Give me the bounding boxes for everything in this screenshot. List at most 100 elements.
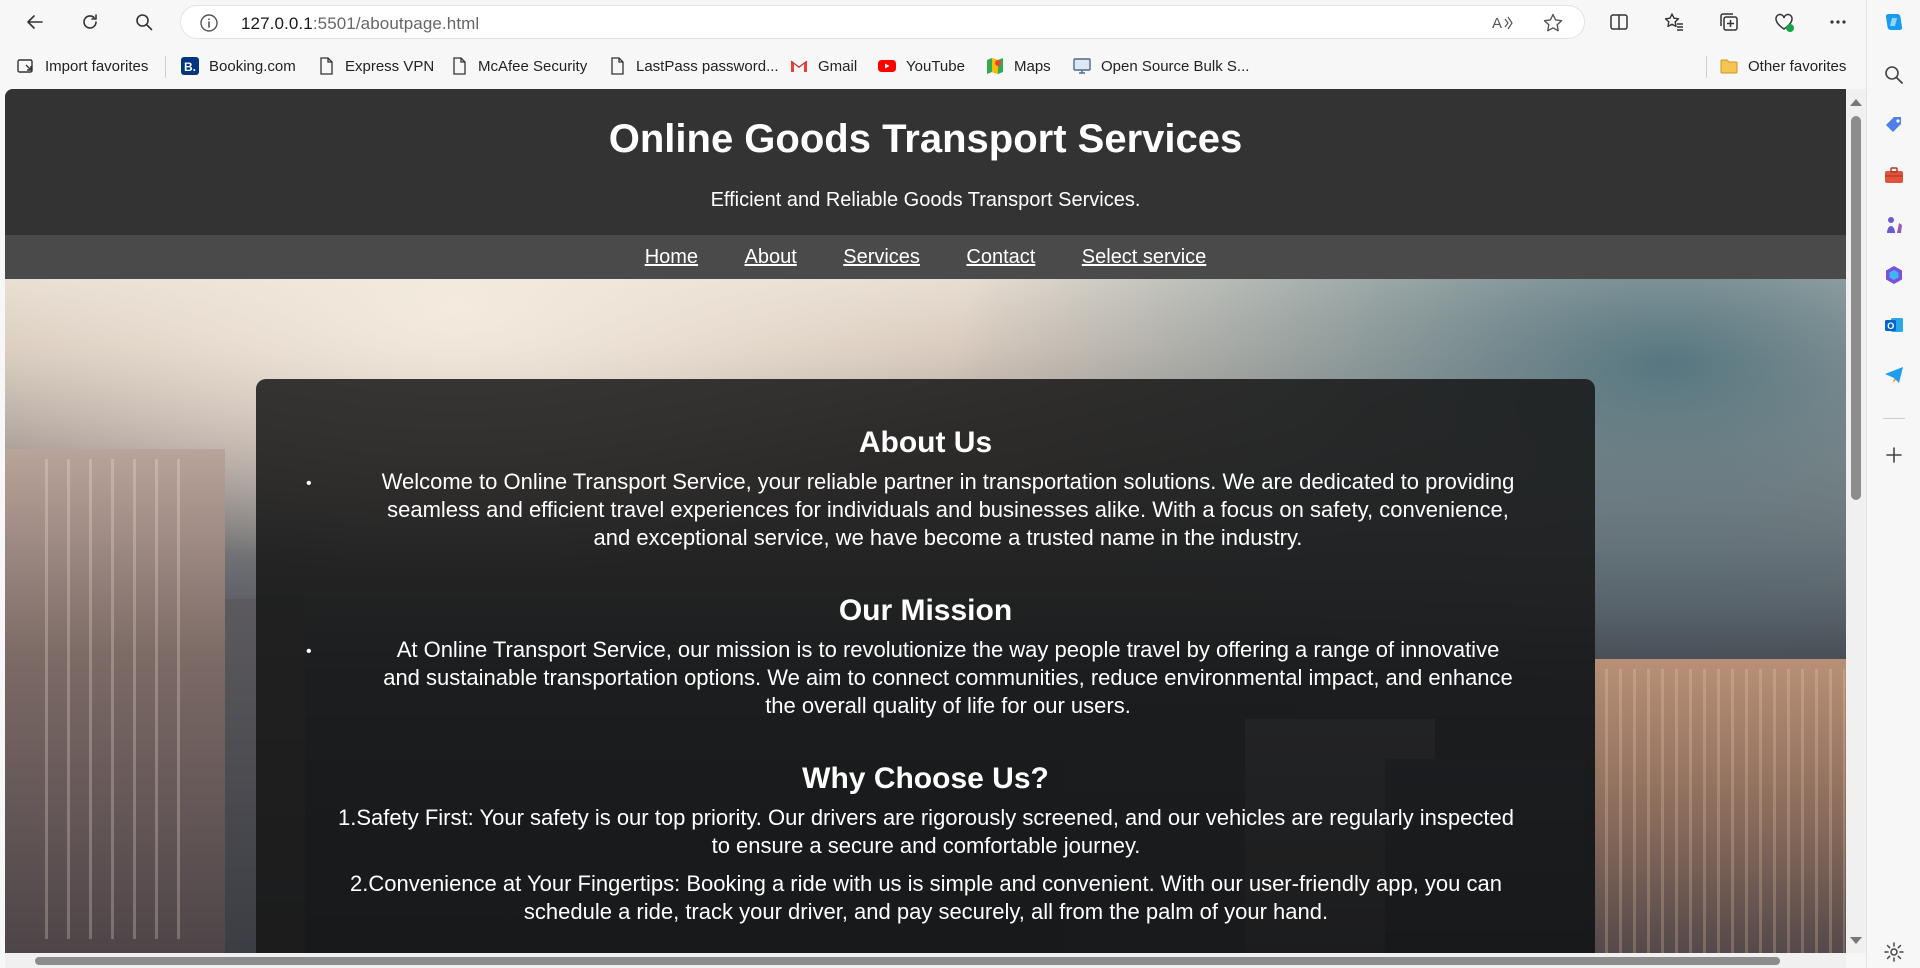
favorite-open-source-bulk[interactable]: Open Source Bulk S...: [1072, 55, 1249, 77]
why-heading: Why Choose Us?: [802, 762, 1049, 795]
scroll-up-arrow-icon[interactable]: [1850, 99, 1862, 106]
about-line: and exceptional service, we have become …: [593, 525, 1303, 550]
favorite-import[interactable]: Import favorites: [16, 55, 148, 77]
nav-link-home[interactable]: Home: [645, 235, 698, 279]
shopping-tag-icon: [1886, 117, 1901, 132]
sidebar-drop-button[interactable]: [1882, 363, 1906, 387]
svg-text:A: A: [1492, 15, 1502, 32]
about-line: seamless and efficient travel experience…: [387, 497, 1509, 522]
horizontal-scroll-thumb[interactable]: [35, 957, 1780, 965]
sidebar-add-button[interactable]: [1882, 443, 1906, 467]
list-bullet: •: [306, 643, 312, 660]
site-info-icon[interactable]: [199, 13, 219, 33]
page-icon: [316, 56, 336, 76]
mission-line: the overall quality of life for our user…: [765, 693, 1131, 718]
favorites-list-icon: [1664, 13, 1683, 31]
back-button[interactable]: [19, 6, 51, 38]
url-text: 127.0.0.1:5501/aboutpage.html: [241, 14, 479, 34]
favorites-divider: [165, 56, 166, 78]
site-nav: Home About Services Contact Select servi…: [5, 235, 1846, 279]
settings-more-button[interactable]: [1822, 6, 1854, 38]
favorite-lastpass[interactable]: LastPass password...: [607, 55, 779, 77]
container-ridges: [1605, 669, 1845, 953]
nav-link-about[interactable]: About: [745, 235, 797, 279]
browser-toolbar: 127.0.0.1:5501/aboutpage.html A: [0, 0, 1920, 44]
page-icon: [607, 56, 627, 76]
favorite-maps[interactable]: Maps: [985, 55, 1051, 77]
favorite-youtube[interactable]: YouTube: [877, 55, 965, 77]
plus-icon: [1886, 447, 1902, 463]
nav-link-select-service[interactable]: Select service: [1082, 235, 1207, 279]
copilot-button[interactable]: [1882, 10, 1906, 34]
read-aloud-icon[interactable]: A: [1492, 13, 1514, 33]
favorite-label: Open Source Bulk S...: [1101, 57, 1250, 75]
sidebar-shopping-button[interactable]: [1882, 113, 1906, 137]
why-line: schedule a ride, track your driver, and …: [523, 899, 1329, 924]
about-content-card: About Us • Welcome to Online Transport S…: [256, 379, 1595, 953]
gear-icon: [1884, 942, 1904, 962]
copilot-icon: [1885, 14, 1903, 30]
svg-text:O: O: [1887, 321, 1894, 331]
address-bar[interactable]: 127.0.0.1:5501/aboutpage.html A: [180, 5, 1585, 39]
gmail-icon: [789, 56, 809, 76]
nav-link-contact[interactable]: Contact: [966, 235, 1035, 279]
paper-plane-icon: [1885, 367, 1903, 383]
about-line: Welcome to Online Transport Service, you…: [381, 469, 1515, 494]
favorite-label: LastPass password...: [636, 57, 779, 75]
toolbox-icon: [1885, 167, 1903, 183]
favorite-label: Booking.com: [209, 57, 296, 75]
favorite-booking[interactable]: B. Booking.com: [180, 55, 296, 77]
horizontal-scrollbar[interactable]: [5, 953, 1846, 968]
site-tagline: Efficient and Reliable Goods Transport S…: [710, 189, 1141, 211]
favorites-button[interactable]: [1658, 6, 1690, 38]
refresh-button[interactable]: [74, 6, 106, 38]
favorite-mcafee[interactable]: McAfee Security: [449, 55, 587, 77]
sidebar-tools-button[interactable]: [1882, 163, 1906, 187]
sidebar-m365-button[interactable]: [1882, 263, 1906, 287]
back-arrow-icon: [27, 15, 43, 29]
collections-button[interactable]: [1713, 6, 1745, 38]
container-ridges: [45, 459, 195, 939]
page-viewport: Online Goods Transport Services Efficien…: [5, 89, 1846, 953]
mission-paragraph: At Online Transport Service, our mission…: [318, 636, 1578, 720]
list-bullet: •: [306, 475, 312, 492]
why-line: 2.Convenience at Your Fingertips: Bookin…: [350, 871, 1502, 896]
booking-icon: B.: [180, 56, 200, 76]
favorites-bar: Import favorites B. Booking.com Express …: [0, 44, 1866, 88]
favorite-express-vpn[interactable]: Express VPN: [316, 55, 434, 77]
why-line: to ensure a secure and comfortable journ…: [711, 833, 1141, 858]
monitor-icon: [1072, 56, 1092, 76]
sidebar-settings-button[interactable]: [1882, 940, 1906, 964]
why-line: 1.Safety First: Your safety is our top p…: [338, 805, 1514, 830]
import-icon: [16, 56, 36, 76]
sidebar-search-button[interactable]: [1882, 63, 1906, 87]
url-host: 127.0.0.1: [241, 14, 313, 33]
favorites-divider: [1706, 56, 1707, 78]
svg-text:B.: B.: [184, 60, 196, 74]
mission-heading: Our Mission: [838, 594, 1013, 627]
page-icon: [449, 56, 469, 76]
sidebar-games-button[interactable]: [1882, 213, 1906, 237]
vertical-scroll-thumb[interactable]: [1851, 116, 1861, 500]
sidebar-outlook-button[interactable]: O: [1882, 313, 1906, 337]
search-button[interactable]: [128, 6, 160, 38]
scroll-down-arrow-icon[interactable]: [1850, 937, 1862, 944]
other-favorites-folder[interactable]: Other favorites: [1719, 55, 1846, 77]
search-icon: [136, 14, 153, 31]
favorite-gmail[interactable]: Gmail: [789, 55, 857, 77]
vertical-scrollbar[interactable]: [1846, 89, 1866, 953]
other-favorites-label: Other favorites: [1748, 57, 1847, 75]
maps-icon: [985, 56, 1005, 76]
favorite-label: YouTube: [906, 57, 965, 75]
more-dots-icon: [1830, 20, 1846, 24]
split-screen-icon: [1610, 14, 1628, 30]
nav-link-services[interactable]: Services: [843, 235, 920, 279]
refresh-icon: [83, 14, 97, 29]
mission-line: and sustainable transportation options. …: [383, 665, 1513, 690]
about-heading: About Us: [858, 426, 993, 459]
browser-essentials-button[interactable]: [1768, 6, 1800, 38]
add-favorite-star-icon[interactable]: [1542, 12, 1564, 34]
split-screen-button[interactable]: [1603, 6, 1635, 38]
site-title: Online Goods Transport Services: [608, 117, 1243, 161]
chess-piece-icon: [1887, 217, 1902, 233]
